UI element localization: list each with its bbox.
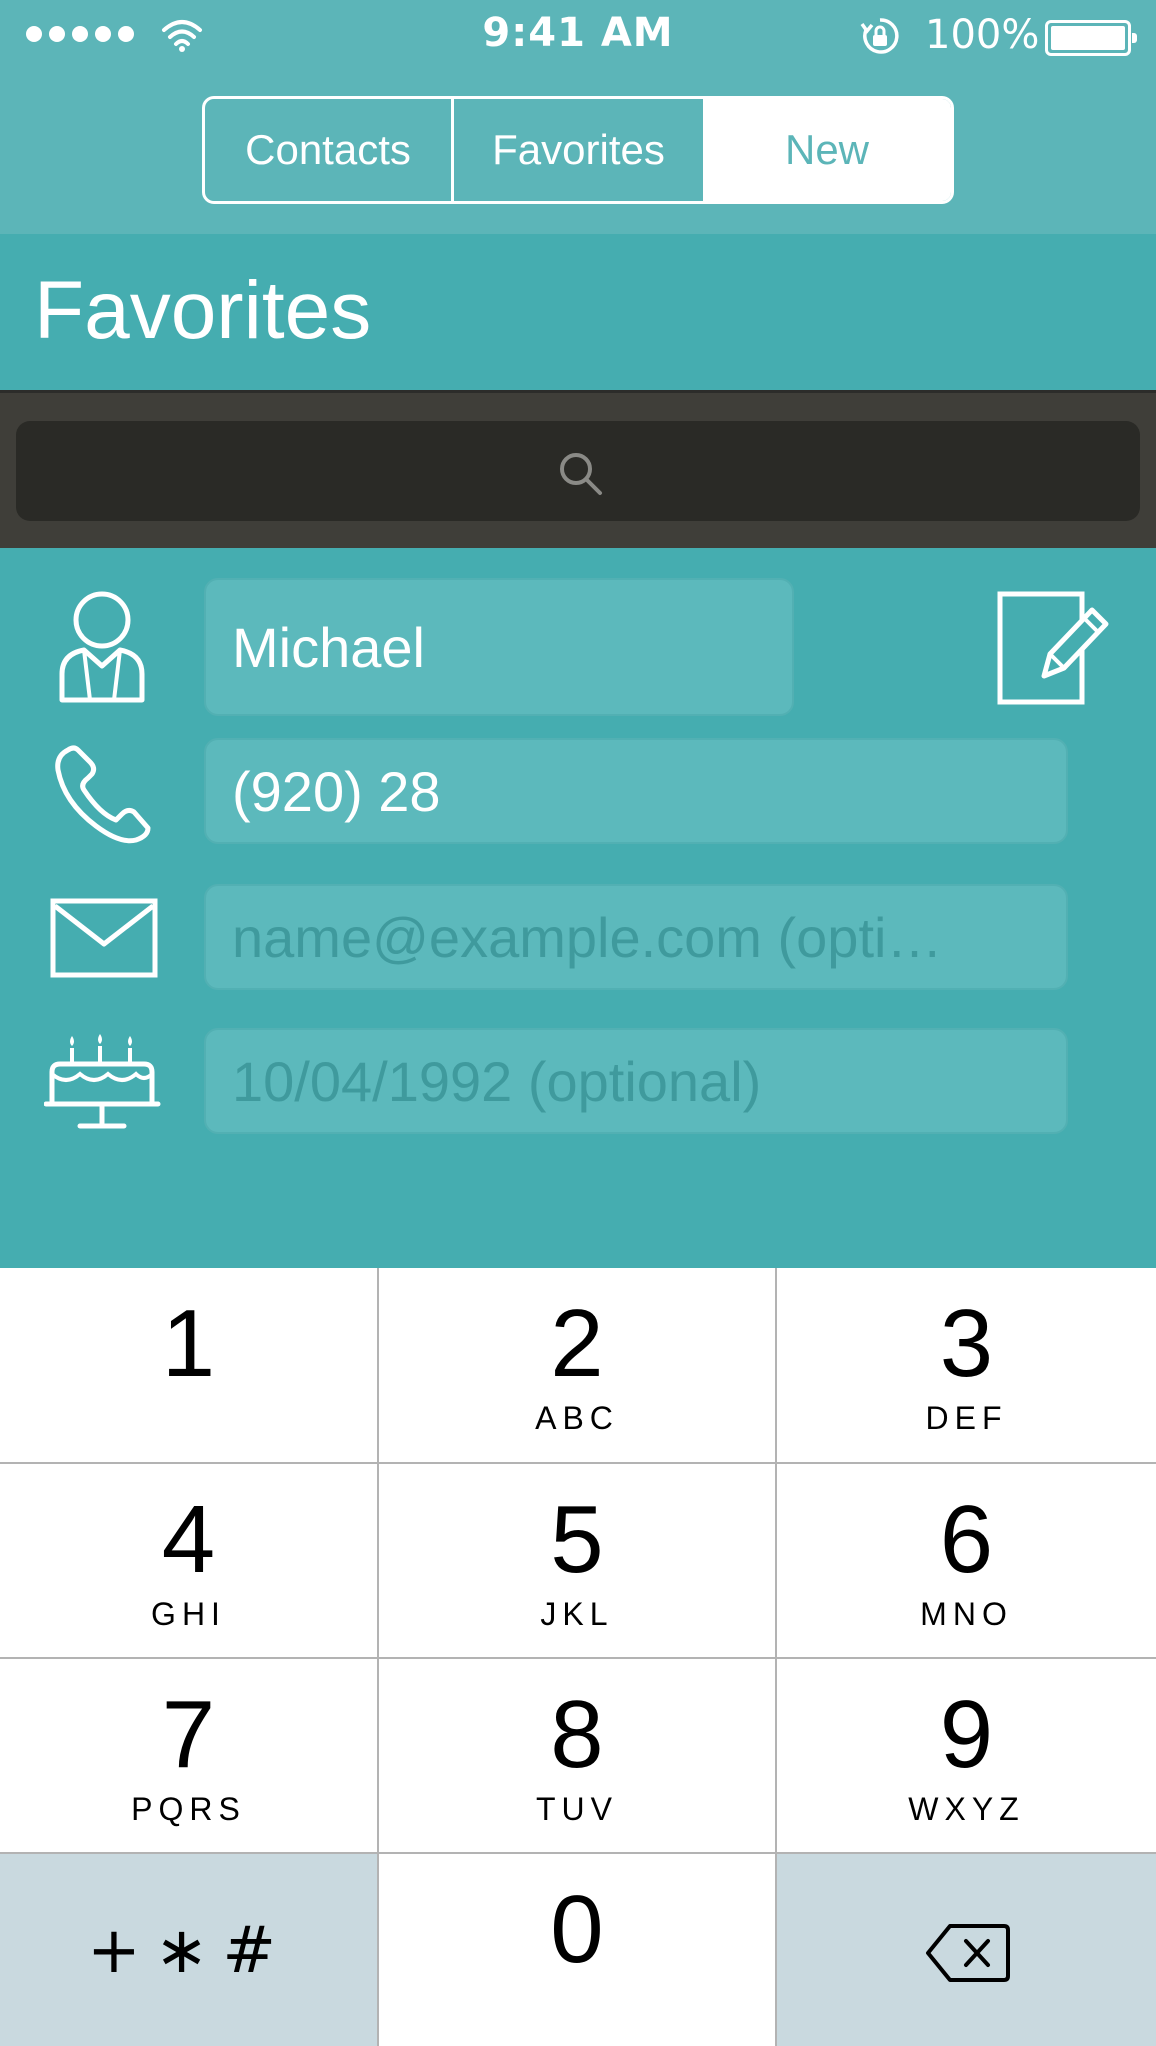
- backspace-icon: [925, 1924, 1010, 1982]
- key-letters: JKL: [540, 1596, 614, 1632]
- name-field[interactable]: Michael: [204, 578, 794, 716]
- email-field[interactable]: name@example.com (opti…: [204, 884, 1068, 990]
- key-letters: TUV: [536, 1791, 618, 1827]
- key-digit: 5: [550, 1486, 604, 1593]
- page-title: Favorites: [34, 265, 372, 356]
- numeric-keypad: 1 2 ABC 3 DEF 4 GHI 5 JKL 6 MNO 7 PQRS 8…: [0, 1268, 1156, 2046]
- key-digit: 9: [939, 1681, 994, 1788]
- delete-key[interactable]: [777, 1854, 1156, 2046]
- key-digit: 1: [161, 1290, 216, 1397]
- key-letters: ABC: [535, 1400, 619, 1436]
- key-digit: 3: [939, 1290, 994, 1397]
- key-6[interactable]: 6 MNO: [777, 1464, 1156, 1659]
- rotation-lock-icon: [860, 18, 899, 54]
- birthday-cake-icon: [44, 1034, 161, 1129]
- key-4[interactable]: 4 GHI: [0, 1464, 379, 1659]
- status-bar: 9:41 AM 100%: [0, 0, 1156, 74]
- key-8[interactable]: 8 TUV: [379, 1659, 777, 1854]
- phone-icon: [55, 745, 151, 844]
- edit-note-icon[interactable]: [996, 590, 1112, 706]
- key-digit: 6: [939, 1486, 994, 1593]
- battery-percentage: 100%: [925, 12, 1040, 58]
- key-symbols[interactable]: +∗#: [0, 1854, 379, 2046]
- phone-field[interactable]: (920) 28: [204, 738, 1068, 844]
- key-letters: DEF: [925, 1400, 1008, 1436]
- title-bar: Favorites: [0, 234, 1156, 390]
- key-0[interactable]: 0: [379, 1854, 777, 2046]
- key-7[interactable]: 7 PQRS: [0, 1659, 379, 1854]
- key-digit: 0: [550, 1876, 604, 1983]
- key-digit: 2: [550, 1290, 604, 1397]
- person-icon: [59, 591, 145, 703]
- key-digit: 7: [161, 1681, 216, 1788]
- top-navigation: Contacts Favorites New: [0, 74, 1156, 234]
- search-input[interactable]: [16, 421, 1140, 521]
- tab-new[interactable]: New: [703, 99, 951, 201]
- key-digit: 8: [550, 1681, 604, 1788]
- search-bar: [0, 390, 1156, 548]
- tab-contacts[interactable]: Contacts: [205, 99, 454, 201]
- key-5[interactable]: 5 JKL: [379, 1464, 777, 1659]
- key-letters: WXYZ: [908, 1791, 1025, 1827]
- key-1[interactable]: 1: [0, 1268, 379, 1464]
- contact-form: Michael (920) 28 name@example.com (opti……: [0, 548, 1156, 1268]
- search-icon: [560, 453, 602, 495]
- tab-favorites[interactable]: Favorites: [454, 99, 703, 201]
- battery-icon: [1045, 20, 1137, 56]
- key-letters: MNO: [920, 1596, 1013, 1632]
- segmented-control: Contacts Favorites New: [202, 96, 954, 204]
- key-letters: PQRS: [131, 1791, 246, 1827]
- key-2[interactable]: 2 ABC: [379, 1268, 777, 1464]
- key-3[interactable]: 3 DEF: [777, 1268, 1156, 1464]
- key-symbols-label: +∗#: [87, 1914, 290, 1988]
- mail-icon: [50, 898, 158, 978]
- key-9[interactable]: 9 WXYZ: [777, 1659, 1156, 1854]
- key-digit: 4: [161, 1486, 216, 1593]
- birthday-field[interactable]: 10/04/1992 (optional): [204, 1028, 1068, 1134]
- key-letters: GHI: [151, 1596, 226, 1632]
